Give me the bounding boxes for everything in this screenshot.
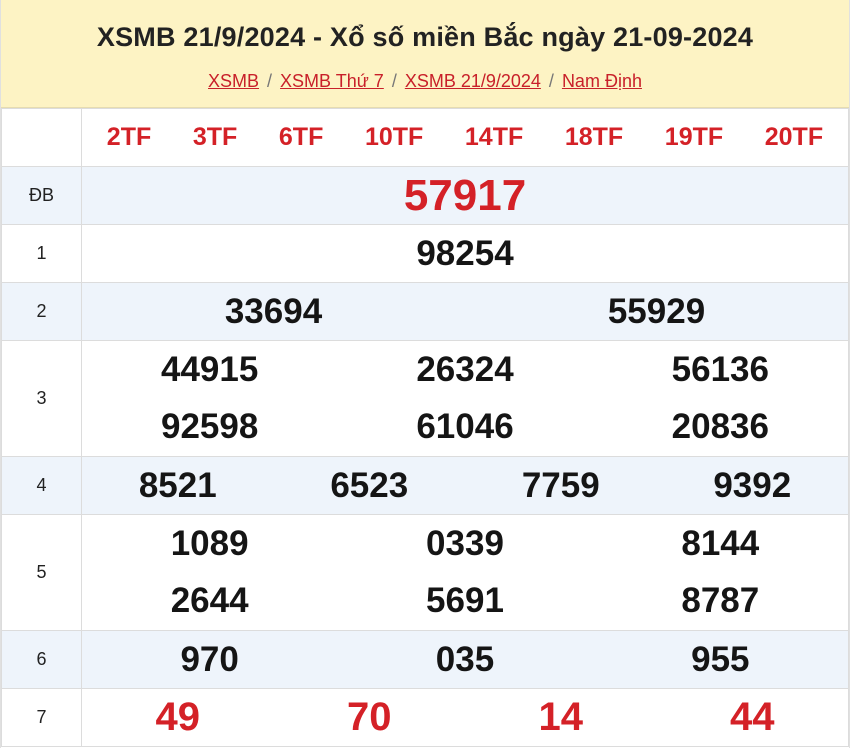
prize-number: 6523 (330, 465, 409, 505)
breadcrumb-separator: / (267, 71, 273, 91)
codes-cell: 2TF 3TF 6TF 10TF 14TF 18TF 19TF 20TF (81, 108, 849, 167)
breadcrumb-link-nam-dinh[interactable]: Nam Định (562, 71, 642, 91)
prize-number: 49 (155, 695, 201, 739)
breadcrumb-link-date[interactable]: XSMB 21/9/2024 (405, 71, 541, 91)
prize-number: 70 (347, 695, 392, 739)
prize-number: 98254 (416, 233, 514, 273)
prize-values: 8521 6523 7759 9392 (81, 456, 849, 515)
prize-number: 33694 (224, 291, 323, 331)
prize-values: 1089 0339 8144 2644 5691 8787 (81, 514, 849, 631)
prize-label: 7 (1, 688, 82, 747)
prize-number: 9392 (713, 465, 792, 505)
prize-number: 5691 (426, 581, 504, 620)
prize-number: 955 (691, 639, 750, 679)
prize-number: 8521 (138, 465, 217, 505)
prize-number: 14 (538, 695, 584, 739)
prize-label: 2 (1, 282, 82, 341)
prize-values: 33694 55929 (81, 282, 849, 341)
breadcrumb-separator: / (391, 71, 397, 91)
code-item: 2TF (106, 123, 152, 151)
prize-label: 4 (1, 456, 82, 515)
code-item: 14TF (464, 123, 524, 151)
prize-values: 98254 (81, 224, 849, 283)
codes-label-cell (1, 108, 82, 167)
prize-row-1: 1 98254 (1, 224, 849, 283)
code-item: 20TF (764, 123, 824, 151)
prize-number: 20836 (671, 407, 769, 446)
code-item: 10TF (364, 123, 424, 151)
prize-row-4: 4 8521 6523 7759 9392 (1, 456, 849, 515)
prize-number: 92598 (161, 407, 259, 446)
code-item: 18TF (564, 123, 624, 151)
prize-number: 1089 (170, 524, 249, 563)
prize-row-3: 3 44915 26324 56136 92598 61046 20836 (1, 340, 849, 457)
prize-label: 1 (1, 224, 82, 283)
prize-number: 61046 (416, 407, 514, 446)
codes-row: 2TF 3TF 6TF 10TF 14TF 18TF 19TF 20TF (1, 108, 849, 167)
special-prize-number: 57917 (403, 170, 527, 220)
prize-number: 44 (730, 695, 775, 739)
code-item: 19TF (664, 123, 724, 151)
prize-number: 035 (435, 639, 495, 679)
breadcrumb-link-xsmb[interactable]: XSMB (208, 71, 259, 91)
prize-number: 55929 (607, 291, 706, 331)
prize-row-2: 2 33694 55929 (1, 282, 849, 341)
prize-label: 6 (1, 630, 82, 689)
prize-values: 49 70 14 44 (81, 688, 849, 747)
prize-number: 8144 (681, 524, 760, 563)
breadcrumb-link-xsmb-thu-7[interactable]: XSMB Thứ 7 (280, 71, 384, 91)
results-table: 2TF 3TF 6TF 10TF 14TF 18TF 19TF 20TF ĐB … (1, 108, 849, 747)
prize-number: 44915 (161, 350, 259, 389)
prize-values: 970 035 955 (81, 630, 849, 689)
prize-values: 44915 26324 56136 92598 61046 20836 (81, 340, 849, 457)
prize-row-6: 6 970 035 955 (1, 630, 849, 689)
results-header: XSMB 21/9/2024 - Xổ số miền Bắc ngày 21-… (1, 0, 849, 108)
breadcrumb-separator: / (548, 71, 554, 91)
page-title: XSMB 21/9/2024 - Xổ số miền Bắc ngày 21-… (96, 22, 754, 52)
prize-row-5: 5 1089 0339 8144 2644 5691 8787 (1, 514, 849, 631)
prize-number: 8787 (681, 581, 760, 620)
code-item: 3TF (192, 123, 238, 151)
prize-number: 2644 (170, 581, 249, 620)
prize-number: 970 (180, 639, 239, 679)
prize-label: 5 (1, 514, 82, 631)
prize-number: 7759 (521, 465, 600, 505)
prize-number: 56136 (671, 350, 769, 389)
prize-row-db: ĐB 57917 (1, 166, 849, 225)
prize-values: 57917 (81, 166, 849, 225)
prize-label: ĐB (1, 166, 82, 225)
results-panel: XSMB 21/9/2024 - Xổ số miền Bắc ngày 21-… (0, 0, 850, 748)
prize-label: 3 (1, 340, 82, 457)
code-item: 6TF (278, 123, 324, 151)
breadcrumb: XSMB / XSMB Thứ 7 / XSMB 21/9/2024 / Nam Định (1, 71, 849, 92)
prize-number: 0339 (426, 524, 504, 563)
prize-number: 26324 (416, 350, 514, 389)
prize-row-7: 7 49 70 14 44 (1, 688, 849, 747)
